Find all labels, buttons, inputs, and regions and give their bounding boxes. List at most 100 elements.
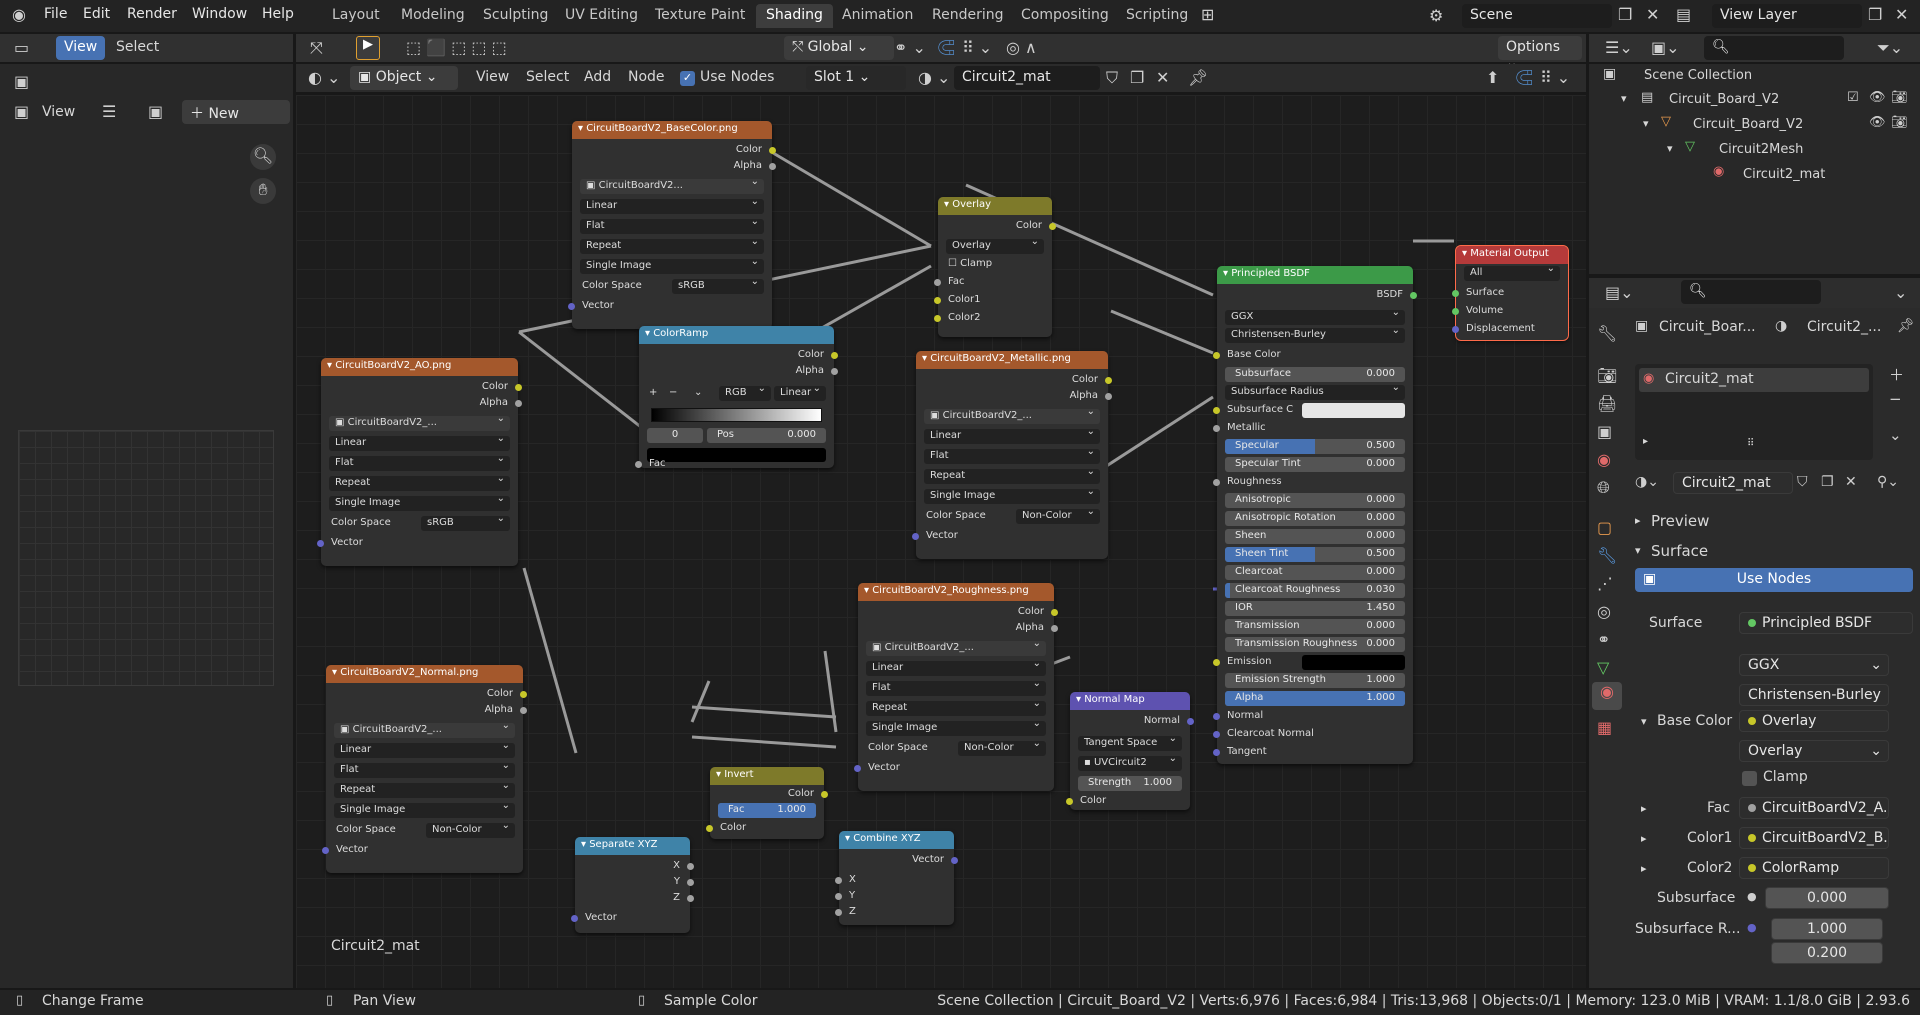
- output-socket[interactable]: [515, 384, 522, 391]
- editor-type-icon[interactable]: ▭: [14, 38, 29, 57]
- node-separate-xyz[interactable]: ▾ Separate XYZ X Y Z Vector: [571, 837, 694, 933]
- base-color-field[interactable]: Overlay: [1739, 710, 1889, 732]
- output-socket[interactable]: [821, 791, 828, 798]
- subsurface-method-dropdown[interactable]: Christensen-Burley: [1225, 325, 1405, 343]
- input-socket[interactable]: [1213, 407, 1220, 414]
- node-header[interactable]: ▾ CircuitBoardV2_BaseColor.png: [572, 121, 772, 139]
- material-slot-list[interactable]: ◉ Circuit2_mat ▸ ⠿: [1635, 364, 1873, 460]
- unlink-material-icon[interactable]: ✕: [1845, 474, 1857, 490]
- node-ao-texture[interactable]: ▾ CircuitBoardV2_AO.png Color Alpha ▣ Ci…: [317, 358, 522, 566]
- node-normal-texture[interactable]: ▾ CircuitBoardV2_Normal.png Color Alpha …: [322, 665, 527, 873]
- resize-grip-icon[interactable]: ⠿: [1747, 438, 1754, 449]
- input-socket[interactable]: [706, 825, 713, 832]
- image-selector[interactable]: ▣ CircuitBoardV2_...: [329, 413, 510, 431]
- input-socket[interactable]: [635, 461, 642, 468]
- eye-icon[interactable]: 👁︎: [1869, 115, 1886, 130]
- chevron-down-icon[interactable]: ⌄: [694, 387, 702, 398]
- tab-animation[interactable]: Animation: [832, 4, 923, 28]
- fac-input-field[interactable]: CircuitBoardV2_A...: [1739, 797, 1889, 819]
- snap-node-mode-icon[interactable]: ⠿ ⌄: [1540, 68, 1570, 87]
- image-canvas-grid[interactable]: [18, 430, 274, 686]
- output-socket[interactable]: [687, 895, 694, 902]
- view-menu-button[interactable]: View: [56, 36, 106, 60]
- surface-shader-field[interactable]: Principled BSDF: [1739, 612, 1913, 634]
- object-tab-icon[interactable]: ▢: [1597, 518, 1612, 537]
- use-nodes-button[interactable]: ▣ Use Nodes: [1635, 568, 1913, 592]
- subsurface-value-field[interactable]: 0.000: [1765, 887, 1889, 909]
- output-socket[interactable]: [1105, 377, 1112, 384]
- delete-view-layer-icon[interactable]: ✕: [1895, 5, 1908, 24]
- anisotropic-rotation-slider[interactable]: Anisotropic Rotation 0.000: [1225, 511, 1405, 526]
- duplicate-material-icon[interactable]: ❐: [1130, 68, 1144, 87]
- emission-strength-field[interactable]: Emission Strength 1.000: [1225, 673, 1405, 688]
- input-socket[interactable]: [568, 303, 575, 310]
- alpha-slider[interactable]: Alpha 1.000: [1225, 691, 1405, 706]
- extension-dropdown[interactable]: Repeat: [924, 466, 1100, 484]
- input-socket[interactable]: [1213, 749, 1220, 756]
- parent-node-tree-icon[interactable]: ⬆: [1486, 68, 1499, 87]
- snap-mode-icon[interactable]: ⠿ ⌄: [962, 38, 992, 57]
- output-socket[interactable]: [1049, 223, 1056, 230]
- subsurface-radius-dropdown[interactable]: Subsurface Radius: [1225, 382, 1405, 400]
- expand-arrow-icon[interactable]: ▸: [1641, 802, 1647, 815]
- image-selector[interactable]: ▣ CircuitBoardV2_...: [924, 406, 1100, 424]
- sheen-tint-slider[interactable]: Sheen Tint 0.500: [1225, 547, 1405, 562]
- output-socket[interactable]: [1187, 718, 1194, 725]
- vector-dot-icon[interactable]: ●: [1747, 921, 1757, 934]
- output-socket[interactable]: [1410, 292, 1417, 299]
- input-socket[interactable]: [835, 877, 842, 884]
- eye-icon[interactable]: 👁︎: [1869, 90, 1886, 105]
- node-header[interactable]: ▾ CircuitBoardV2_Normal.png: [326, 665, 523, 683]
- material-browse-icon[interactable]: ◑ ⌄: [918, 68, 950, 87]
- output-socket[interactable]: [520, 707, 527, 714]
- menu-file[interactable]: File: [44, 6, 67, 22]
- node-basecolor-texture[interactable]: ▾ CircuitBoardV2_BaseColor.png Color Alp…: [568, 121, 776, 329]
- output-socket[interactable]: [520, 691, 527, 698]
- view-layer-tab-icon[interactable]: ▣: [1597, 422, 1612, 441]
- properties-editor-icon[interactable]: ▤⌄: [1605, 283, 1634, 302]
- input-socket[interactable]: [317, 540, 324, 547]
- outliner-search-input[interactable]: 🔍︎: [1704, 36, 1844, 60]
- value-dot-icon[interactable]: ●: [1747, 890, 1757, 903]
- view-layer-icon[interactable]: ▤: [1676, 5, 1691, 24]
- node-combine-xyz[interactable]: ▾ Combine XYZ Vector X Y Z: [835, 831, 958, 925]
- input-socket[interactable]: [571, 915, 578, 922]
- subsurface-radius-x[interactable]: 1.000: [1771, 918, 1883, 940]
- tab-sculpting[interactable]: Sculpting: [473, 4, 558, 28]
- colorspace-dropdown[interactable]: sRGB: [421, 513, 510, 531]
- tab-uv-editing[interactable]: UV Editing: [555, 4, 648, 28]
- hamburger-menu-icon[interactable]: ☰: [102, 102, 116, 121]
- source-dropdown[interactable]: Single Image: [580, 256, 764, 274]
- colorspace-dropdown[interactable]: Non-Color: [426, 820, 515, 838]
- filter-icon[interactable]: ⏷⌄: [1877, 38, 1903, 58]
- input-socket[interactable]: [1213, 479, 1220, 486]
- remove-stop-button[interactable]: −: [669, 387, 677, 398]
- input-socket[interactable]: [1213, 731, 1220, 738]
- scene-field[interactable]: Scene: [1462, 4, 1612, 28]
- color1-input-field[interactable]: CircuitBoardV2_B...: [1739, 827, 1889, 849]
- input-socket[interactable]: [1213, 352, 1220, 359]
- node-overlay-mix[interactable]: ▾ Overlay Color Overlay ☐ Clamp Fac Colo…: [934, 197, 1056, 337]
- distribution-dropdown[interactable]: GGX ⌄: [1739, 654, 1889, 676]
- clearcoat-roughness-slider[interactable]: Clearcoat Roughness 0.030: [1225, 583, 1405, 598]
- box-select-icon[interactable]: ⬚ ⬛ ⬚ ⬚ ⬚: [406, 38, 507, 57]
- material-name-field[interactable]: Circuit2_mat: [1673, 472, 1793, 494]
- new-image-button[interactable]: ＋ New: [182, 100, 290, 124]
- add-slot-icon[interactable]: ＋: [1889, 364, 1904, 385]
- node-header[interactable]: ▾ Material Output: [1456, 246, 1568, 264]
- color2-input-field[interactable]: ColorRamp: [1739, 857, 1889, 879]
- output-socket[interactable]: [769, 163, 776, 170]
- colorspace-dropdown[interactable]: Non-Color: [1016, 506, 1100, 524]
- source-dropdown[interactable]: Single Image: [329, 493, 510, 511]
- node-editor-canvas[interactable]: ▾ CircuitBoardV2_BaseColor.png Color Alp…: [296, 95, 1586, 988]
- input-socket[interactable]: [835, 893, 842, 900]
- add-menu[interactable]: Add: [584, 69, 611, 85]
- output-socket[interactable]: [515, 400, 522, 407]
- interpolation-dropdown[interactable]: Linear: [580, 196, 764, 214]
- tab-texture-paint[interactable]: Texture Paint: [645, 4, 755, 28]
- material-slot-item[interactable]: ◉ Circuit2_mat: [1639, 368, 1869, 392]
- subsurface-method-dropdown[interactable]: Christensen-Burley: [1739, 684, 1889, 706]
- node-header[interactable]: ▾ CircuitBoardV2_Metallic.png: [916, 351, 1108, 369]
- clearcoat-slider[interactable]: Clearcoat 0.000: [1225, 565, 1405, 580]
- expand-arrow-icon[interactable]: ▸: [1641, 862, 1647, 875]
